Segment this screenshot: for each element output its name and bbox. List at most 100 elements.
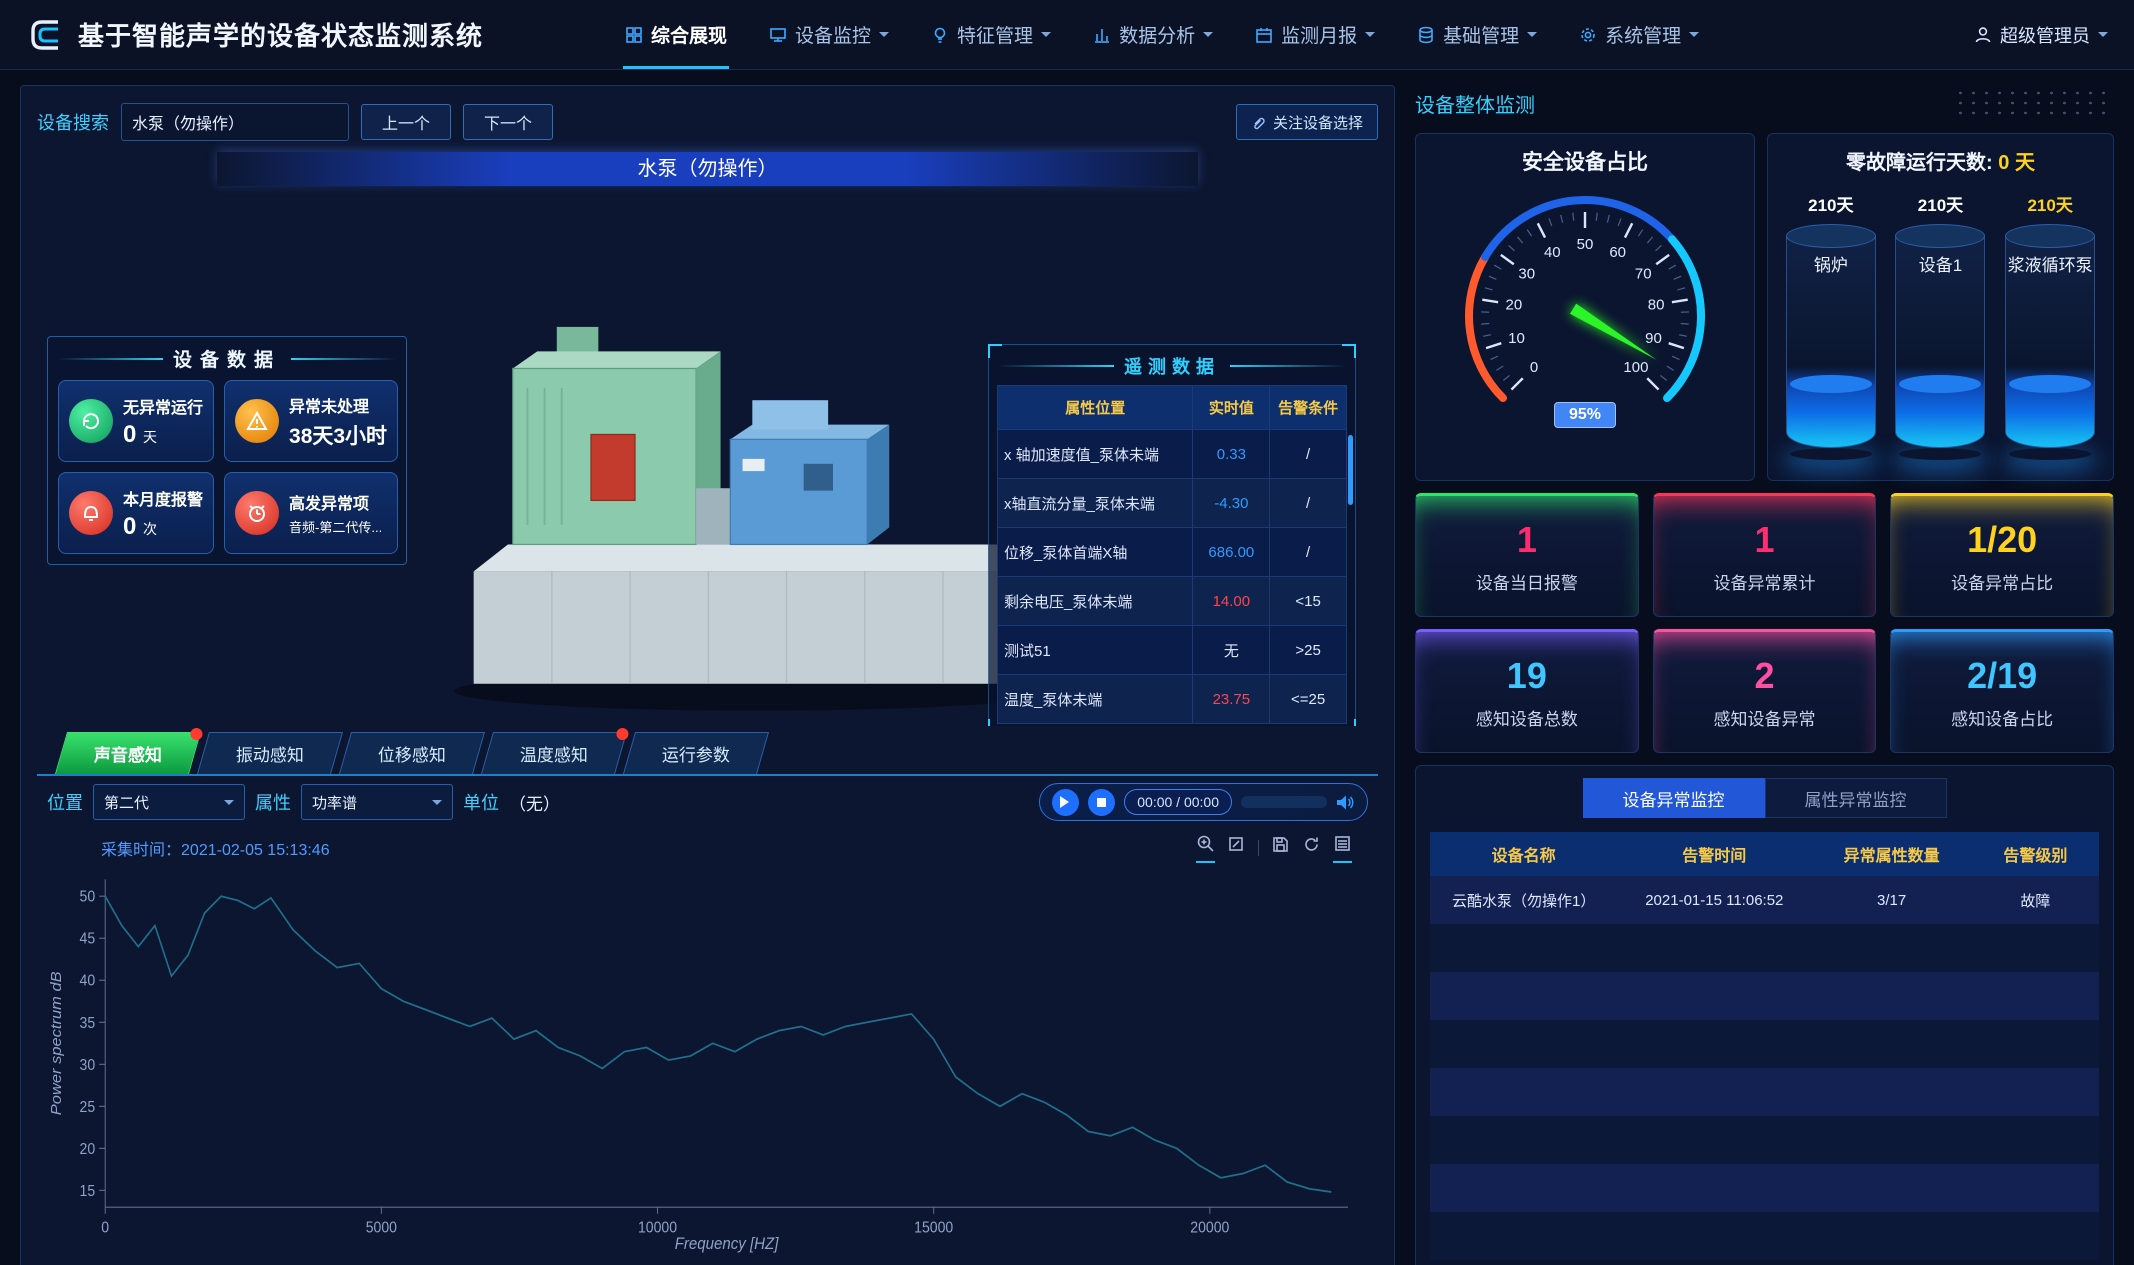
svg-text:20: 20 <box>80 1141 96 1158</box>
stat-value: 2/19 <box>1967 655 2037 697</box>
tank-name: 设备1 <box>1897 256 1983 276</box>
svg-text:Frequency [HZ]: Frequency [HZ] <box>675 1235 779 1253</box>
gauge-title: 安全设备占比 <box>1522 146 1648 176</box>
device-title-banner: 水泵（勿操作） <box>217 152 1198 186</box>
stat-unit: 次 <box>143 521 157 537</box>
nav-item-device-monitor[interactable]: 设备监控 <box>767 0 891 69</box>
alarm-col-header: 异常属性数量 <box>1811 832 1972 876</box>
position-label: 位置 <box>47 789 83 815</box>
speaker-icon[interactable] <box>1336 793 1355 812</box>
bell-icon <box>69 491 113 535</box>
svg-text:40: 40 <box>1544 244 1561 261</box>
device-search-input[interactable] <box>121 103 349 141</box>
dots-decoration <box>1954 88 2114 118</box>
stat-value: 0 <box>123 513 136 540</box>
alarm-monitor-card: 设备异常监控 属性异常监控 设备名称 告警时间 异常属性数量 告警级别 <box>1415 765 2114 1265</box>
chart-meta-row: 采集时间：2021-02-05 15:13:46 <box>45 832 1370 864</box>
prev-device-button[interactable]: 上一个 <box>361 104 451 140</box>
play-button[interactable] <box>1052 789 1079 816</box>
play-icon <box>1060 796 1075 808</box>
refresh-icon[interactable] <box>1302 835 1321 862</box>
warning-icon <box>235 399 279 443</box>
telemetry-col-header: 属性位置 <box>998 386 1193 430</box>
alarm-col-header: 设备名称 <box>1430 832 1617 876</box>
tab-vibration-sense[interactable]: 振动感知 <box>197 732 343 774</box>
next-device-button[interactable]: 下一个 <box>463 104 553 140</box>
player-time: 00:00 / 00:00 <box>1124 789 1232 815</box>
svg-text:90: 90 <box>1645 330 1662 347</box>
stat-value: 38天3小时 <box>289 420 387 450</box>
save-image-icon[interactable] <box>1271 835 1290 862</box>
attribute-select[interactable]: 功率谱 <box>301 784 453 820</box>
tank-days: 210天 <box>1808 191 1853 216</box>
stop-button[interactable] <box>1088 789 1115 816</box>
telemetry-col-header: 实时值 <box>1193 386 1270 430</box>
tank-days: 210天 <box>1918 191 1963 216</box>
svg-text:80: 80 <box>1648 297 1665 314</box>
power-spectrum-chart[interactable]: 050001000015000200001520253035404550Freq… <box>45 864 1370 1260</box>
stat-value: 1 <box>1517 519 1537 561</box>
data-view-icon[interactable] <box>1333 834 1352 863</box>
stat-value: 1 <box>1754 519 1774 561</box>
tab-device-anomaly-monitor[interactable]: 设备异常监控 <box>1583 778 1765 818</box>
telemetry-row: x轴直流分量_泵体未端-4.30/ <box>998 479 1347 528</box>
top-nav: 基于智能声学的设备状态监测系统 综合展现 设备监控 特征管理 数据分析 监测月报 <box>0 0 2134 70</box>
gear-icon <box>1579 26 1597 44</box>
sense-tab-row: 声音感知 振动感知 位移感知 温度感知 运行参数 <box>37 732 1378 776</box>
stat-unit: 天 <box>143 429 157 445</box>
telemetry-scrollbar[interactable] <box>1348 435 1353 505</box>
tab-displacement-sense[interactable]: 位移感知 <box>339 732 485 774</box>
alarm-table: 设备名称 告警时间 异常属性数量 告警级别 云酷水泵（勿操作1） 2021-01… <box>1430 832 2099 1260</box>
tab-run-params[interactable]: 运行参数 <box>623 732 769 774</box>
alarm-col-header: 告警级别 <box>1972 832 2099 876</box>
safety-gauge: 0102030405060708090100 <box>1435 176 1735 438</box>
calendar-icon <box>1255 26 1273 44</box>
user-menu[interactable]: 超级管理员 <box>1974 22 2108 48</box>
audio-player: 00:00 / 00:00 <box>1039 783 1368 821</box>
focus-device-select-button[interactable]: 关注设备选择 <box>1236 104 1378 140</box>
overall-monitor-title: 设备整体监测 <box>1415 89 1535 118</box>
bulb-icon <box>931 26 949 44</box>
alert-badge <box>616 728 628 740</box>
alarm-clock-icon <box>235 491 279 535</box>
nav-item-system-mgmt[interactable]: 系统管理 <box>1577 0 1701 69</box>
svg-text:10: 10 <box>1508 330 1525 347</box>
device-data-header: 设备数据 <box>58 345 396 372</box>
nav-item-monthly-report[interactable]: 监测月报 <box>1253 0 1377 69</box>
svg-text:0: 0 <box>101 1220 109 1237</box>
zero-fault-title: 零故障运行天数: 0 天 <box>1776 146 2105 175</box>
volume-slider[interactable] <box>1241 796 1327 808</box>
zoom-reset-icon[interactable] <box>1227 835 1246 862</box>
alarm-empty-row <box>1430 1164 2099 1212</box>
stat-card-normal-run: 无异常运行 0 天 <box>58 380 214 462</box>
device-data-grid: 无异常运行 0 天 异常未处理 38天3小时 <box>58 380 396 554</box>
position-select[interactable]: 第二代 <box>93 784 245 820</box>
alarm-row[interactable]: 云酷水泵（勿操作1） 2021-01-15 11:06:52 3/17 故障 <box>1430 876 2099 924</box>
chevron-down-icon <box>1527 32 1537 42</box>
tank-group: 210天 锅炉 210天 设备1 <box>1776 191 2105 452</box>
zero-fault-value: 0 天 <box>1998 152 2035 174</box>
nav-item-base-mgmt[interactable]: 基础管理 <box>1415 0 1539 69</box>
capture-time-label: 采集时间： <box>101 842 181 859</box>
monitor-icon <box>769 26 787 44</box>
tank-cylinder: 设备1 <box>1895 224 1985 452</box>
nav-item-data-analysis[interactable]: 数据分析 <box>1091 0 1215 69</box>
nav-item-overview[interactable]: 综合展现 <box>623 0 729 69</box>
svg-text:20: 20 <box>1506 297 1523 314</box>
stat-value: 2 <box>1754 655 1774 697</box>
zoom-icon[interactable] <box>1196 834 1215 863</box>
bar-chart-icon <box>1093 26 1111 44</box>
tank-slurry-pump: 210天 浆液循环泵 <box>1998 191 2102 452</box>
nav-item-feature-mgmt[interactable]: 特征管理 <box>929 0 1053 69</box>
chevron-down-icon <box>1041 32 1051 42</box>
chart-controls-row: 位置 第二代 属性 功率谱 单位 （无） 00:00 / 00:00 <box>37 776 1378 828</box>
stat-label: 感知设备总数 <box>1476 705 1578 730</box>
paperclip-icon <box>1251 115 1266 130</box>
nav-label: 监测月报 <box>1281 21 1357 48</box>
chevron-down-icon <box>1689 32 1699 42</box>
tab-sound-sense[interactable]: 声音感知 <box>55 732 201 774</box>
capture-time-value: 2021-02-05 15:13:46 <box>181 842 330 859</box>
tab-attribute-anomaly-monitor[interactable]: 属性异常监控 <box>1765 778 1947 818</box>
chevron-down-icon <box>224 800 234 810</box>
tab-temperature-sense[interactable]: 温度感知 <box>481 732 627 774</box>
